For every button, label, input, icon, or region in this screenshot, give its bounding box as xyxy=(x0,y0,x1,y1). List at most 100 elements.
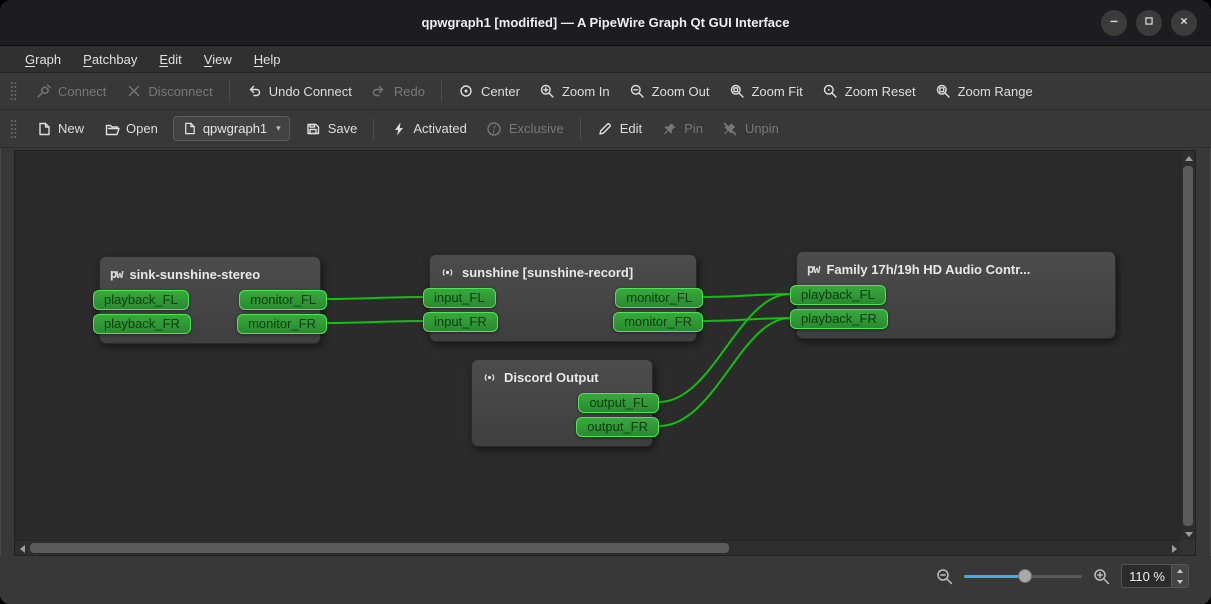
disconnect-button[interactable]: Disconnect xyxy=(116,78,221,105)
port-input-fl[interactable]: input_FL xyxy=(423,288,496,308)
connection-wire[interactable] xyxy=(327,297,423,299)
zoom-reset-button[interactable]: Zoom Reset xyxy=(813,78,925,105)
horizontal-scrollbar[interactable] xyxy=(15,540,1182,555)
connect-icon xyxy=(35,83,52,100)
new-button[interactable]: New xyxy=(26,115,93,142)
menubar: Graph Patchbay Edit View Help xyxy=(0,46,1211,73)
arrow-right-icon xyxy=(1172,545,1177,553)
maximize-icon xyxy=(1142,14,1156,31)
port-output-fr[interactable]: output_FR xyxy=(576,417,659,437)
vertical-scrollbar-handle[interactable] xyxy=(1183,166,1193,526)
port-output-fl[interactable]: output_FL xyxy=(578,393,659,413)
zoom-reset-icon xyxy=(822,83,839,100)
undo-connect-button[interactable]: Undo Connect xyxy=(237,78,361,105)
vertical-scrollbar[interactable] xyxy=(1180,151,1195,542)
horizontal-scrollbar-handle[interactable] xyxy=(30,543,729,553)
zoom-range-icon xyxy=(935,83,952,100)
node-header[interactable]: Discord Output xyxy=(472,360,652,388)
activated-button[interactable]: Activated xyxy=(381,115,475,142)
titlebar[interactable]: qpwgraph1 [modified] — A PipeWire Graph … xyxy=(0,0,1211,46)
minimize-button[interactable] xyxy=(1101,10,1127,36)
spin-down-button[interactable] xyxy=(1172,576,1188,587)
chevron-down-icon: ▾ xyxy=(276,123,281,134)
menu-graph[interactable]: Graph xyxy=(14,46,72,72)
graph-node-family-hd-audio[interactable]: pw Family 17h/19h HD Audio Contr... play… xyxy=(796,251,1116,339)
menu-help[interactable]: Help xyxy=(243,46,292,72)
patchbay-profile-combobox[interactable]: qpwgraph1 ▾ xyxy=(173,116,290,141)
node-title: sunshine [sunshine-record] xyxy=(462,265,633,280)
menu-edit[interactable]: Edit xyxy=(148,46,192,72)
port-monitor-fr[interactable]: monitor_FR xyxy=(613,312,703,332)
pin-button[interactable]: Pin xyxy=(652,115,712,142)
window-controls xyxy=(1101,0,1197,45)
zoom-slider-handle[interactable] xyxy=(1018,569,1032,583)
save-icon xyxy=(305,120,322,137)
connect-button[interactable]: Connect xyxy=(26,78,115,105)
zoom-fit-icon xyxy=(728,83,745,100)
connection-wire[interactable] xyxy=(327,321,423,323)
zoom-in-icon[interactable] xyxy=(1092,567,1111,586)
scroll-up-button[interactable] xyxy=(1181,151,1196,166)
menu-patchbay[interactable]: Patchbay xyxy=(72,46,148,72)
redo-icon xyxy=(371,83,388,100)
node-header[interactable]: sunshine [sunshine-record] xyxy=(430,255,696,283)
port-monitor-fl[interactable]: monitor_FL xyxy=(239,290,327,310)
zoom-in-button[interactable]: Zoom In xyxy=(530,78,619,105)
disconnect-icon xyxy=(125,83,142,100)
zoom-out-button[interactable]: Zoom Out xyxy=(620,78,719,105)
graph-node-discord-output[interactable]: Discord Output output_FL output_FR xyxy=(471,359,653,447)
port-playback-fl[interactable]: playback_FL xyxy=(790,285,886,305)
save-button[interactable]: Save xyxy=(296,115,367,142)
spin-up-button[interactable] xyxy=(1172,565,1188,576)
maximize-button[interactable] xyxy=(1136,10,1162,36)
port-playback-fr[interactable]: playback_FR xyxy=(93,314,191,334)
zoom-out-icon[interactable] xyxy=(935,567,954,586)
node-header[interactable]: pw Family 17h/19h HD Audio Contr... xyxy=(797,252,1115,280)
patchbay-toolbar: New Open qpwgraph1 ▾ Save Activated f Ex… xyxy=(0,110,1211,148)
open-folder-icon xyxy=(103,120,120,137)
zoom-spinbox[interactable]: 110 % xyxy=(1121,564,1189,588)
scroll-left-button[interactable] xyxy=(15,541,30,556)
port-playback-fr[interactable]: playback_FR xyxy=(790,309,888,329)
activated-bolt-icon xyxy=(390,120,407,137)
arrow-up-icon xyxy=(1185,156,1193,161)
zoom-slider[interactable] xyxy=(964,567,1082,585)
spin-buttons xyxy=(1171,565,1188,587)
arrow-down-icon xyxy=(1177,580,1183,584)
close-button[interactable] xyxy=(1171,10,1197,36)
arrow-down-icon xyxy=(1185,532,1193,537)
port-monitor-fr[interactable]: monitor_FR xyxy=(237,314,327,334)
edit-button[interactable]: Edit xyxy=(588,115,651,142)
node-header[interactable]: pw sink-sunshine-stereo xyxy=(100,257,320,285)
graph-canvas[interactable]: pw sink-sunshine-stereo playback_FL play… xyxy=(15,151,1182,542)
port-input-fr[interactable]: input_FR xyxy=(423,312,498,332)
unpin-button[interactable]: Unpin xyxy=(713,115,788,142)
port-monitor-fl[interactable]: monitor_FL xyxy=(615,288,703,308)
graph-node-sunshine[interactable]: sunshine [sunshine-record] input_FL inpu… xyxy=(429,254,697,342)
statusbar: 110 % xyxy=(0,556,1211,604)
edit-pencil-icon xyxy=(597,120,614,137)
zoom-fit-button[interactable]: Zoom Fit xyxy=(719,78,811,105)
toolbar-drag-handle[interactable] xyxy=(10,81,17,101)
zoom-out-icon xyxy=(629,83,646,100)
port-playback-fl[interactable]: playback_FL xyxy=(93,290,189,310)
menu-view[interactable]: View xyxy=(193,46,243,72)
exclusive-button[interactable]: f Exclusive xyxy=(477,115,573,142)
toolbar-drag-handle[interactable] xyxy=(10,119,17,139)
pipewire-icon: pw xyxy=(110,267,122,281)
zoom-range-button[interactable]: Zoom Range xyxy=(926,78,1042,105)
toolbar-separator xyxy=(229,80,230,102)
redo-button[interactable]: Redo xyxy=(362,78,434,105)
center-button[interactable]: Center xyxy=(449,78,529,105)
zoom-value: 110 % xyxy=(1122,565,1171,587)
graph-node-sink-sunshine-stereo[interactable]: pw sink-sunshine-stereo playback_FL play… xyxy=(99,256,321,344)
open-button[interactable]: Open xyxy=(94,115,167,142)
scrollbar-corner xyxy=(1180,540,1195,555)
node-title: Discord Output xyxy=(504,370,599,385)
app-window: qpwgraph1 [modified] — A PipeWire Graph … xyxy=(0,0,1211,604)
node-title: Family 17h/19h HD Audio Contr... xyxy=(826,262,1030,277)
connections-layer xyxy=(15,151,1182,542)
new-file-icon xyxy=(35,120,52,137)
center-icon xyxy=(458,83,475,100)
graph-toolbar: Connect Disconnect Undo Connect Redo Cen… xyxy=(0,73,1211,110)
